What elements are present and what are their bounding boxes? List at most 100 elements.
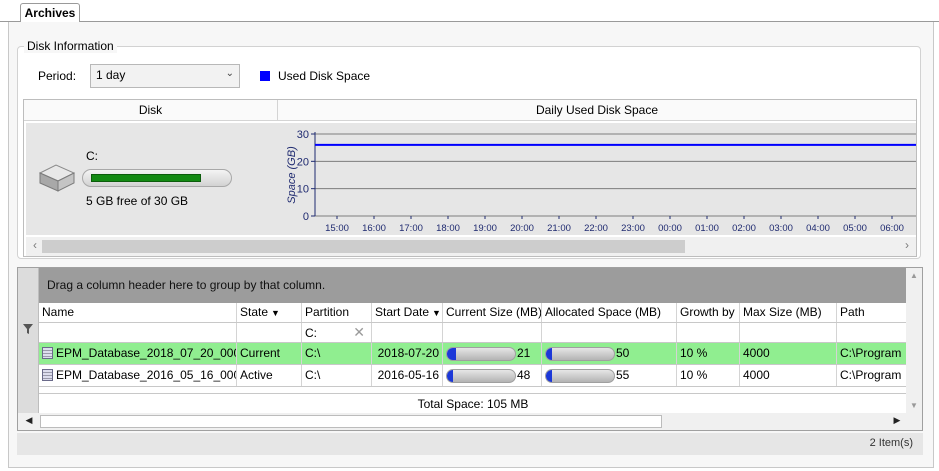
filter-current-size[interactable] [443,323,542,342]
allocated-bar [545,347,615,361]
grid-filter-row: C: ✕ [39,323,907,343]
period-value: 1 day [96,68,126,82]
cell-allocated: 50 [542,343,677,364]
header-name[interactable]: Name [39,303,237,322]
disk-usage-fill [91,174,201,182]
filter-path[interactable] [837,323,907,342]
cell-max-size: 4000 [740,365,837,386]
scroll-left-icon[interactable]: ‹ [28,238,42,252]
current-size-bar [446,369,516,383]
scrollbar-thumb[interactable] [42,240,685,253]
filter-max-size[interactable] [740,323,837,342]
cell-allocated: 55 [542,365,677,386]
hard-drive-icon [38,164,76,192]
cell-name-text: EPM_Database_2016_05_16_0001 [56,368,237,382]
total-space-footer: Total Space: 105 MB [39,393,907,413]
scroll-up-icon[interactable]: ▲ [906,271,922,280]
y-tick-label: 20 [297,156,309,168]
period-label: Period: [38,69,77,83]
current-size-value: 21 [517,346,531,360]
cell-current-size: 21 [443,343,542,364]
x-tick-label: 04:00 [806,223,830,234]
header-start-date[interactable]: Start Date ▼ [372,303,443,322]
x-tick-label: 00:00 [658,223,682,234]
cell-partition: C:\ [302,365,372,386]
filter-partition-value: C: [305,326,317,340]
current-size-bar [446,347,516,361]
period-select[interactable]: 1 day ⌄ [90,64,240,88]
header-current-size[interactable]: Current Size (MB) [443,303,542,322]
current-size-fill [447,348,456,360]
scrollbar-thumb[interactable] [40,415,662,428]
header-max-size[interactable]: Max Size (MB) [740,303,837,322]
x-tick-label: 02:00 [732,223,756,234]
x-tick-label: 23:00 [621,223,645,234]
scroll-down-icon[interactable]: ▼ [906,401,922,410]
cell-max-size: 4000 [740,343,837,364]
filter-growth[interactable] [677,323,740,342]
chevron-down-icon: ⌄ [225,68,234,79]
header-growth-by-label: Growth by [680,305,735,319]
group-by-panel[interactable]: Drag a column header here to group by th… [39,268,907,303]
disk-chart-panel: Disk Daily Used Disk Space C: 5 GB free … [23,99,917,257]
x-tick-label: 17:00 [399,223,423,234]
drive-letter: C: [86,149,98,163]
database-icon [42,347,53,359]
filter-start-date[interactable] [372,323,443,342]
filter-state[interactable] [237,323,302,342]
current-size-value: 48 [517,368,531,382]
allocated-bar [545,369,615,383]
allocated-fill [546,370,552,382]
chart-svg: Space (GB)010203015:00 16:00 17:00 18:00 19:… [286,129,916,234]
header-allocated-space[interactable]: Allocated Space (MB) [542,303,677,322]
tab-archives[interactable]: Archives [20,3,80,22]
header-start-date-label: Start Date [375,305,430,319]
legend-label: Used Disk Space [278,69,371,83]
header-state[interactable]: State ▼ [237,303,302,322]
x-tick-label: 21:00 [547,223,571,234]
header-max-size-label: Max Size (MB) [743,305,822,319]
grid-vertical-scrollbar[interactable]: ▲ ▼ [906,268,922,413]
scroll-left-icon[interactable]: ◀ [22,415,36,426]
filter-partition[interactable]: C: ✕ [302,323,372,342]
header-path[interactable]: Path [837,303,907,322]
cell-name-text: EPM_Database_2018_07_20_0001 [56,346,237,360]
archives-grid: Drag a column header here to group by th… [17,267,923,431]
scroll-right-icon[interactable]: ▶ [890,415,904,426]
filter-allocated[interactable] [542,323,677,342]
cell-partition: C:\ [302,343,372,364]
disk-free-text: 5 GB free of 30 GB [86,194,189,208]
x-tick-label: 20:00 [510,223,534,234]
sort-down-icon: ▼ [432,308,441,318]
database-icon [42,369,53,381]
status-bar: 2 Item(s) [17,433,923,455]
cell-start-date: 2018-07-20 [372,343,443,364]
row-indicator-column [18,268,39,413]
scroll-right-icon[interactable]: › [900,238,914,252]
filter-name[interactable] [39,323,237,342]
header-allocated-space-label: Allocated Space (MB) [545,305,662,319]
header-growth-by[interactable]: Growth by [677,303,740,322]
cell-growth: 10 % [677,365,740,386]
sort-down-icon: ▼ [271,308,280,318]
x-tick-label: 16:00 [362,223,386,234]
y-tick-label: 30 [297,129,309,141]
header-partition[interactable]: Partition [302,303,372,322]
table-row[interactable]: EPM_Database_2016_05_16_0001 Active C:\ … [39,365,907,387]
header-current-size-label: Current Size (MB) [446,305,542,319]
cell-current-size: 48 [443,365,542,386]
disk-usage-bar [82,169,232,187]
cell-growth: 10 % [677,343,740,364]
clear-filter-icon[interactable]: ✕ [353,323,365,342]
cell-state: Active [237,365,302,386]
chart-horizontal-scrollbar[interactable]: ‹ › [26,237,916,256]
cell-name: EPM_Database_2018_07_20_0001 [39,343,237,364]
header-partition-label: Partition [305,305,350,319]
filter-icon[interactable] [23,324,33,334]
current-size-fill [447,370,453,382]
grid-horizontal-scrollbar[interactable]: ◀ ▶ [18,413,922,430]
table-row[interactable]: EPM_Database_2018_07_20_0001 Current C:\… [39,343,907,365]
header-path-label: Path [840,305,865,319]
x-tick-label: 15:00 [325,223,349,234]
x-tick-label: 03:00 [769,223,793,234]
